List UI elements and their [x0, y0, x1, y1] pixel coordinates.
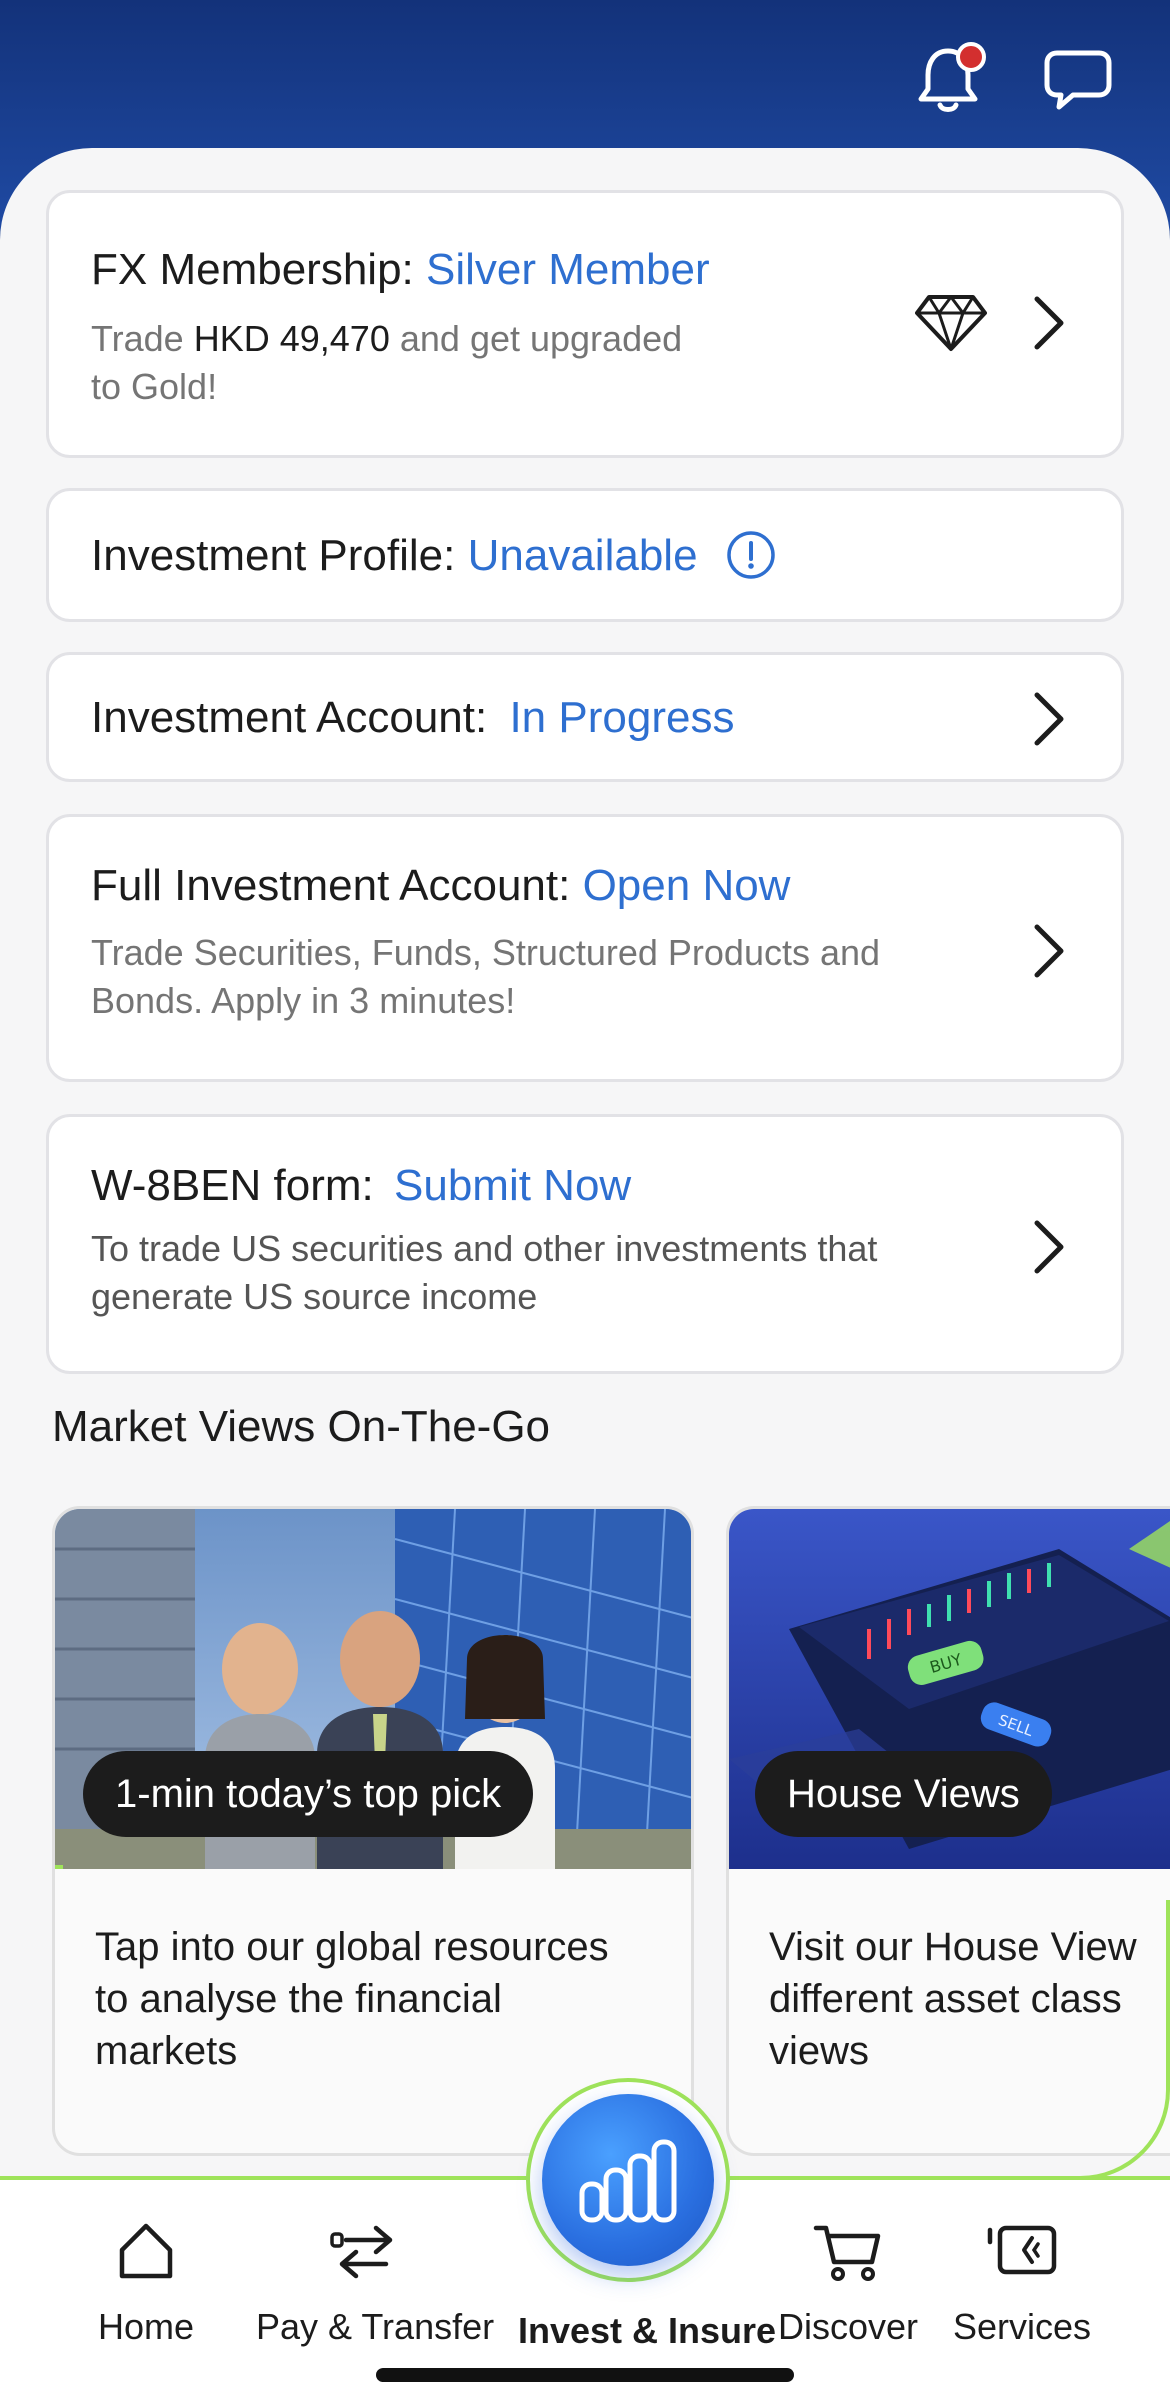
- nav-services-label: Services: [952, 2306, 1092, 2347]
- chevron-right-icon: [1034, 692, 1064, 746]
- nav-pay-transfer[interactable]: Pay & Transfer: [256, 2212, 495, 2348]
- fx-sub-line2: to Gold!: [91, 366, 218, 407]
- shopping-cart-icon: [813, 2225, 881, 2281]
- investment-account-status: In Progress: [509, 693, 735, 742]
- top-pick-desc-line1: Tap into our global resources: [95, 1925, 609, 1969]
- fx-membership-card[interactable]: FX Membership: Silver Member Trade HKD 4…: [46, 190, 1124, 458]
- full-investment-account-label: Full Investment Account:: [91, 861, 571, 910]
- transfer-arrows-icon: [330, 2225, 393, 2279]
- full-investment-account-subtitle: Trade Securities, Funds, Structured Prod…: [91, 929, 880, 1025]
- full-investment-account-card[interactable]: Full Investment Account: Open Now Trade …: [46, 814, 1124, 1082]
- notification-button[interactable]: [908, 40, 988, 120]
- market-view-card-top-pick[interactable]: 1-min today’s top pick Tap into our glob…: [52, 1506, 694, 2156]
- investment-profile-title: Investment Profile: Unavailable: [91, 531, 698, 581]
- unread-badge: [956, 42, 986, 72]
- investment-profile-card[interactable]: Investment Profile: Unavailable: [46, 488, 1124, 622]
- bar-chart-icon: [579, 2139, 677, 2223]
- fx-membership-label: FX Membership:: [91, 245, 414, 294]
- nav-invest-insure-label: Invest & Insure: [518, 2310, 777, 2351]
- investment-profile-status: Unavailable: [467, 531, 698, 580]
- fx-membership-subtitle: Trade HKD 49,470 and get upgraded to Gol…: [91, 315, 682, 411]
- market-views-title: Market Views On-The-Go: [52, 1402, 551, 1451]
- wallet-card-icon: [987, 2225, 1057, 2275]
- house-views-desc-line3: views: [769, 2029, 870, 2073]
- w8ben-sub-line2: generate US source income: [91, 1276, 538, 1317]
- w8ben-sub-line1: To trade US securities and other investm…: [91, 1228, 878, 1269]
- chevron-right-icon: [1034, 924, 1064, 978]
- top-pick-pill: 1-min today’s top pick: [83, 1751, 534, 1837]
- full-account-sub-line2: Bonds. Apply in 3 minutes!: [91, 980, 516, 1021]
- w8ben-card[interactable]: W-8BEN form: Submit Now To trade US secu…: [46, 1114, 1124, 1374]
- chevron-right-icon: [1034, 1220, 1064, 1274]
- diamond-icon: [915, 295, 987, 351]
- investment-profile-label: Investment Profile:: [91, 531, 456, 580]
- chevron-right-icon: [1034, 296, 1064, 350]
- chat-button[interactable]: [1038, 40, 1118, 120]
- house-views-desc-line2: different asset class: [769, 1977, 1122, 2021]
- w8ben-label: W-8BEN form:: [91, 1161, 374, 1210]
- market-view-card-house-views[interactable]: BUY SELL House Views Visit our House Vie…: [726, 1506, 1170, 2156]
- full-investment-account-title: Full Investment Account: Open Now: [91, 861, 790, 911]
- w8ben-subtitle: To trade US securities and other investm…: [91, 1225, 877, 1321]
- investment-account-card[interactable]: Investment Account: In Progress: [46, 652, 1124, 782]
- chat-bubble-icon: [1044, 50, 1112, 110]
- full-account-sub-line1: Trade Securities, Funds, Structured Prod…: [91, 932, 881, 973]
- house-views-desc-line1: Visit our House View: [769, 1925, 1137, 1969]
- top-pick-desc-line3: markets: [95, 2029, 238, 2073]
- w8ben-title: W-8BEN form: Submit Now: [91, 1161, 631, 1211]
- home-indicator: [376, 2368, 794, 2382]
- fx-membership-title: FX Membership: Silver Member: [91, 245, 710, 295]
- top-pick-desc-line2: to analyse the financial: [95, 1977, 502, 2021]
- fx-upgrade-amount: HKD 49,470: [193, 318, 390, 359]
- nav-services[interactable]: Services: [912, 2212, 1132, 2348]
- house-views-description: Visit our House View different asset cla…: [769, 1921, 1137, 2077]
- nav-pay-transfer-label: Pay & Transfer: [256, 2306, 495, 2347]
- nav-invest-insure[interactable]: Invest & Insure: [518, 2232, 777, 2352]
- fx-sub-suffix: and get upgraded: [399, 318, 683, 359]
- info-circle-icon[interactable]: [725, 529, 777, 581]
- house-views-pill: House Views: [755, 1751, 1052, 1837]
- home-icon: [119, 2223, 173, 2279]
- nav-home[interactable]: Home: [36, 2212, 256, 2348]
- nav-home-label: Home: [97, 2306, 195, 2347]
- fx-sub-prefix: Trade: [91, 318, 184, 359]
- investment-account-title: Investment Account: In Progress: [91, 693, 734, 743]
- submit-now-link: Submit Now: [394, 1161, 632, 1210]
- investment-account-label: Investment Account:: [91, 693, 488, 742]
- fx-membership-status: Silver Member: [426, 245, 710, 294]
- top-pick-description: Tap into our global resources to analyse…: [95, 1921, 609, 2077]
- open-now-link: Open Now: [582, 861, 791, 910]
